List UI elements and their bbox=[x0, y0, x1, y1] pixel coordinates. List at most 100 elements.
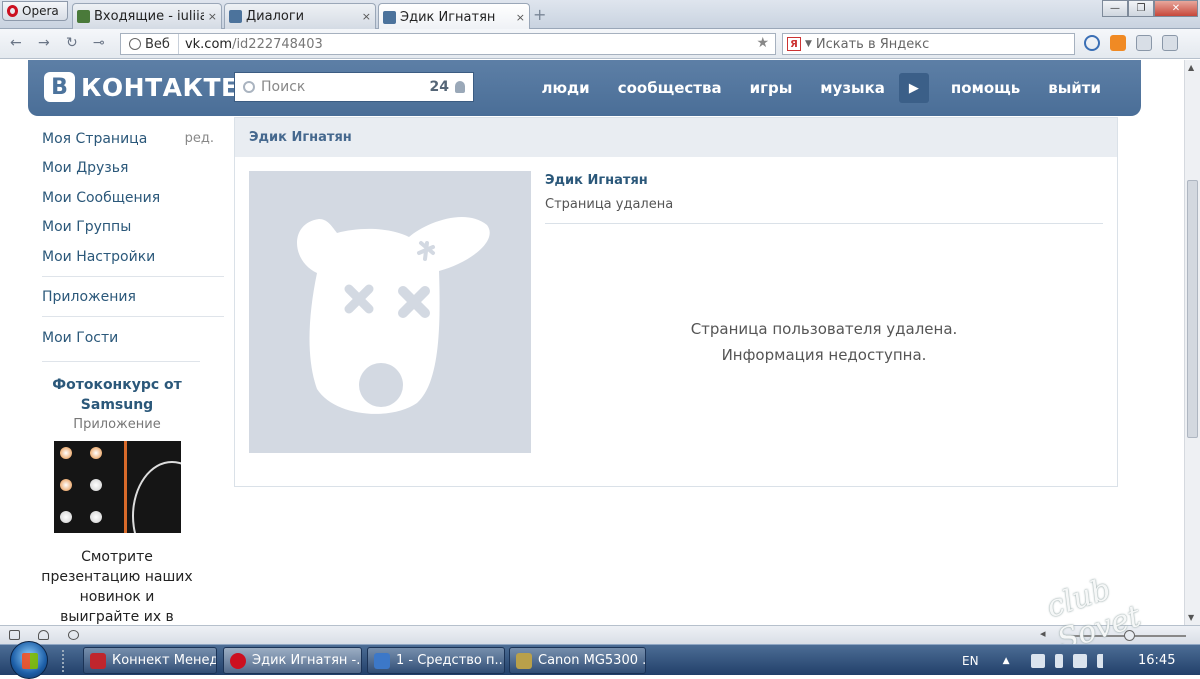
vk-top-nav: люди сообщества игры музыка ▶ помощь вый… bbox=[527, 60, 1115, 116]
panel-toggle-icon[interactable] bbox=[9, 630, 20, 640]
yandex-search-input[interactable]: Я ▼ Искать в Яндекс bbox=[782, 33, 1075, 55]
vk-search-input[interactable]: Поиск 24 bbox=[234, 72, 474, 102]
opera-menu-label: Opera bbox=[22, 4, 59, 18]
deleted-message-line1: Страница пользователя удалена. bbox=[690, 320, 958, 338]
taskbar-item-viewer[interactable]: 1 - Средство п... bbox=[367, 647, 505, 674]
deleted-dog-icon bbox=[297, 216, 490, 414]
clock[interactable]: 16:45 bbox=[1138, 653, 1175, 668]
search-placeholder: Искать в Яндекс bbox=[815, 36, 930, 52]
opera-icon bbox=[230, 652, 246, 669]
vk-logo[interactable]: В КОНТАКТЕ bbox=[44, 72, 239, 102]
browser-tab-inbox[interactable]: Входящие - iuliia-... × bbox=[72, 3, 222, 29]
site-info-button[interactable]: Веб bbox=[121, 34, 179, 54]
edit-link[interactable]: ред. bbox=[185, 131, 214, 146]
menu-item-my-page[interactable]: Моя Страница ред. bbox=[42, 124, 224, 154]
deleted-message-line2: Информация недоступна. bbox=[721, 346, 927, 364]
back-icon[interactable]: ← bbox=[10, 35, 22, 51]
browser-address-bar: ← → ↻ ⊸ Веб vk.com/id222748403 ★ Я ▼ Иск… bbox=[0, 29, 1200, 59]
profile-name: Эдик Игнатян bbox=[545, 173, 648, 188]
reload-icon[interactable]: ↻ bbox=[66, 35, 78, 51]
light-icon bbox=[59, 479, 72, 491]
page-icon[interactable] bbox=[1136, 35, 1152, 51]
network-icon[interactable] bbox=[1073, 653, 1088, 668]
start-button[interactable] bbox=[10, 641, 48, 679]
nav-logout[interactable]: выйти bbox=[1034, 79, 1115, 97]
menu-divider bbox=[42, 275, 224, 277]
tools-icon[interactable] bbox=[1162, 35, 1178, 51]
profile-status: Страница удалена bbox=[545, 197, 674, 212]
nav-music[interactable]: музыка bbox=[806, 79, 899, 97]
wand-key-icon[interactable]: ⊸ bbox=[93, 35, 105, 51]
profile-panel: Эдик Игнатян Эдик Игнатян Страница удале… bbox=[234, 117, 1118, 487]
nav-games[interactable]: игры bbox=[736, 79, 807, 97]
tab-close-icon[interactable]: × bbox=[362, 10, 371, 23]
minimize-button[interactable]: — bbox=[1102, 0, 1128, 17]
scroll-thumb[interactable] bbox=[1187, 180, 1198, 438]
tray-expand-icon[interactable]: ▲ bbox=[1003, 656, 1010, 666]
menu-item-settings[interactable]: Мои Настройки bbox=[42, 242, 224, 272]
toolbar-icons bbox=[1084, 35, 1178, 51]
restore-button[interactable]: ❐ bbox=[1128, 0, 1154, 17]
taskbar-item-opera[interactable]: Эдик Игнатян -... bbox=[223, 647, 362, 674]
forward-icon[interactable]: → bbox=[38, 35, 50, 51]
language-indicator[interactable]: EN bbox=[962, 654, 979, 668]
menu-item-apps[interactable]: Приложения bbox=[42, 283, 224, 313]
promo-title[interactable]: Фотоконкурс от Samsung bbox=[38, 375, 196, 415]
menu-divider bbox=[42, 316, 224, 317]
menu-item-messages[interactable]: Мои Сообщения bbox=[42, 183, 224, 213]
light-icon bbox=[89, 479, 102, 491]
turbo-icon[interactable] bbox=[68, 630, 79, 640]
opera-menu-button[interactable]: Opera bbox=[2, 1, 68, 21]
player-play-icon[interactable]: ▶ bbox=[898, 73, 929, 103]
url-field[interactable]: Веб vk.com/id222748403 ★ bbox=[120, 33, 776, 55]
battery-icon[interactable] bbox=[1055, 653, 1064, 668]
action-center-icon[interactable] bbox=[1031, 653, 1046, 668]
online-count: 24 bbox=[429, 79, 449, 95]
volume-icon[interactable] bbox=[1097, 653, 1111, 668]
light-icon bbox=[89, 447, 102, 459]
bookmark-star-icon[interactable]: ★ bbox=[756, 35, 769, 51]
taskbar-item-canon[interactable]: Canon MG5300 ... bbox=[509, 647, 646, 674]
mail-favicon-icon bbox=[77, 10, 90, 23]
taskbar-item-connect[interactable]: Коннект Менед... bbox=[83, 647, 217, 674]
tab-close-icon[interactable]: × bbox=[208, 10, 217, 23]
magnifier-icon[interactable] bbox=[1084, 35, 1100, 51]
unite-icon[interactable] bbox=[38, 630, 49, 640]
page-scrollbar[interactable]: ▲ ▼ bbox=[1184, 60, 1200, 625]
menu-item-groups[interactable]: Мои Группы bbox=[42, 213, 224, 243]
promo-image[interactable] bbox=[53, 441, 181, 533]
nav-people[interactable]: люди bbox=[527, 79, 603, 97]
taskbar-item-label: Canon MG5300 ... bbox=[538, 653, 646, 668]
odnoklassniki-icon[interactable] bbox=[1110, 35, 1126, 51]
promo-subtitle: Приложение bbox=[73, 417, 161, 432]
vk-logo-icon: В bbox=[44, 72, 75, 102]
browser-status-bar: ◂ bbox=[0, 625, 1200, 644]
close-window-button[interactable]: ✕ bbox=[1154, 0, 1198, 17]
vk-favicon-icon bbox=[229, 10, 242, 23]
window-controls: — ❐ ✕ bbox=[1102, 0, 1198, 17]
menu-item-label: Мои Настройки bbox=[42, 248, 156, 265]
zoom-out-icon[interactable]: ◂ bbox=[1040, 627, 1046, 640]
scroll-up-icon[interactable]: ▲ bbox=[1188, 63, 1194, 72]
tab-close-icon[interactable]: × bbox=[516, 11, 525, 24]
url-path: /id222748403 bbox=[232, 36, 323, 52]
globe-icon bbox=[129, 38, 141, 50]
nav-communities[interactable]: сообщества bbox=[604, 79, 736, 97]
connect-manager-icon bbox=[90, 652, 106, 669]
deleted-message: Страница пользователя удалена. Информаци… bbox=[545, 316, 1103, 368]
browser-tab-dialogs[interactable]: Диалоги × bbox=[224, 3, 376, 29]
promo-block: Фотоконкурс от Samsung Приложение Смотри… bbox=[38, 375, 196, 647]
yandex-logo-icon[interactable]: Я bbox=[787, 37, 801, 51]
browser-tab-profile[interactable]: Эдик Игнатян × bbox=[378, 3, 530, 30]
menu-divider bbox=[42, 360, 200, 362]
nav-help[interactable]: помощь bbox=[937, 79, 1034, 97]
light-icon bbox=[59, 511, 72, 523]
new-tab-icon[interactable]: + bbox=[533, 5, 546, 24]
search-engine-dropdown-icon[interactable]: ▼ bbox=[805, 39, 812, 49]
menu-item-friends[interactable]: Мои Друзья bbox=[42, 154, 224, 184]
tab-label: Входящие - iuliia-... bbox=[94, 9, 204, 24]
profile-header: Эдик Игнатян bbox=[235, 118, 1117, 157]
scroll-down-icon[interactable]: ▼ bbox=[1188, 613, 1194, 622]
menu-item-guests[interactable]: Мои Гости bbox=[42, 323, 224, 353]
menu-item-label: Приложения bbox=[42, 289, 136, 306]
